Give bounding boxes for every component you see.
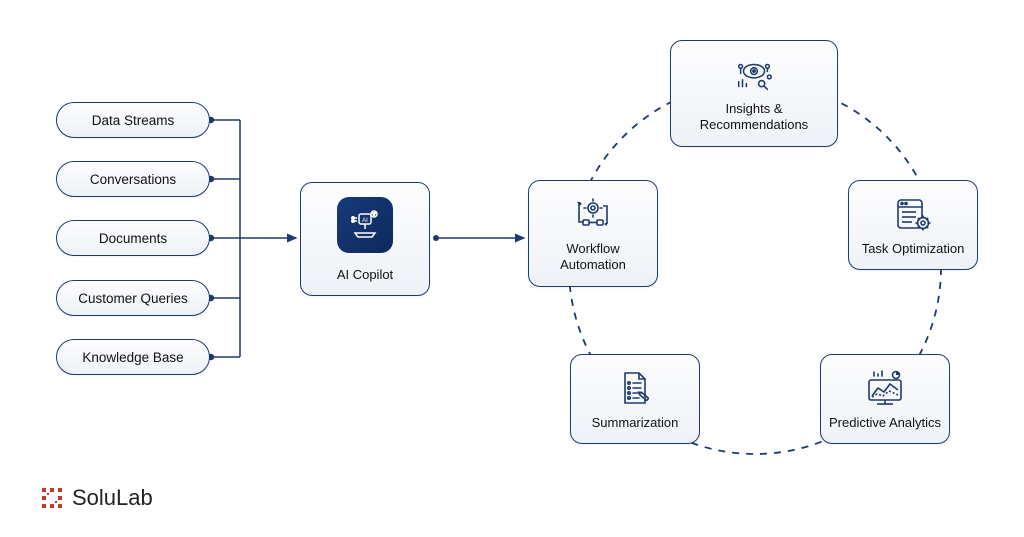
brand-name: SoluLab bbox=[72, 485, 153, 511]
input-label: Documents bbox=[99, 231, 167, 246]
input-conversations: Conversations bbox=[56, 161, 210, 197]
node-label: Workflow Automation bbox=[537, 241, 649, 274]
input-label: Knowledge Base bbox=[82, 350, 183, 365]
task-optimization-icon bbox=[891, 195, 935, 235]
workflow-automation-icon bbox=[571, 195, 615, 235]
node-workflow-automation: Workflow Automation bbox=[528, 180, 658, 287]
input-data-streams: Data Streams bbox=[56, 102, 210, 138]
input-label: Data Streams bbox=[92, 113, 175, 128]
predictive-analytics-icon bbox=[863, 369, 907, 409]
node-ai-copilot: AI AI Copilot bbox=[300, 182, 430, 296]
node-predictive-analytics: Predictive Analytics bbox=[820, 354, 950, 444]
input-label: Conversations bbox=[90, 172, 176, 187]
node-label: Predictive Analytics bbox=[829, 415, 941, 431]
svg-text:AI: AI bbox=[362, 218, 368, 224]
brand-solulab: SoluLab bbox=[40, 485, 153, 511]
input-knowledge-base: Knowledge Base bbox=[56, 339, 210, 375]
node-label: AI Copilot bbox=[337, 267, 393, 283]
node-summarization: Summarization bbox=[570, 354, 700, 444]
node-label: Summarization bbox=[592, 415, 679, 431]
node-task-optimization: Task Optimization bbox=[848, 180, 978, 270]
ai-copilot-icon: AI bbox=[337, 197, 393, 253]
input-label: Customer Queries bbox=[78, 291, 188, 306]
input-documents: Documents bbox=[56, 220, 210, 256]
node-label: Insights & Recommendations bbox=[679, 101, 829, 134]
insights-icon bbox=[732, 55, 776, 95]
solulab-logo-icon bbox=[40, 486, 64, 510]
node-insights-recommendations: Insights & Recommendations bbox=[670, 40, 838, 147]
input-customer-queries: Customer Queries bbox=[56, 280, 210, 316]
node-label: Task Optimization bbox=[862, 241, 965, 257]
summarization-icon bbox=[613, 369, 657, 409]
